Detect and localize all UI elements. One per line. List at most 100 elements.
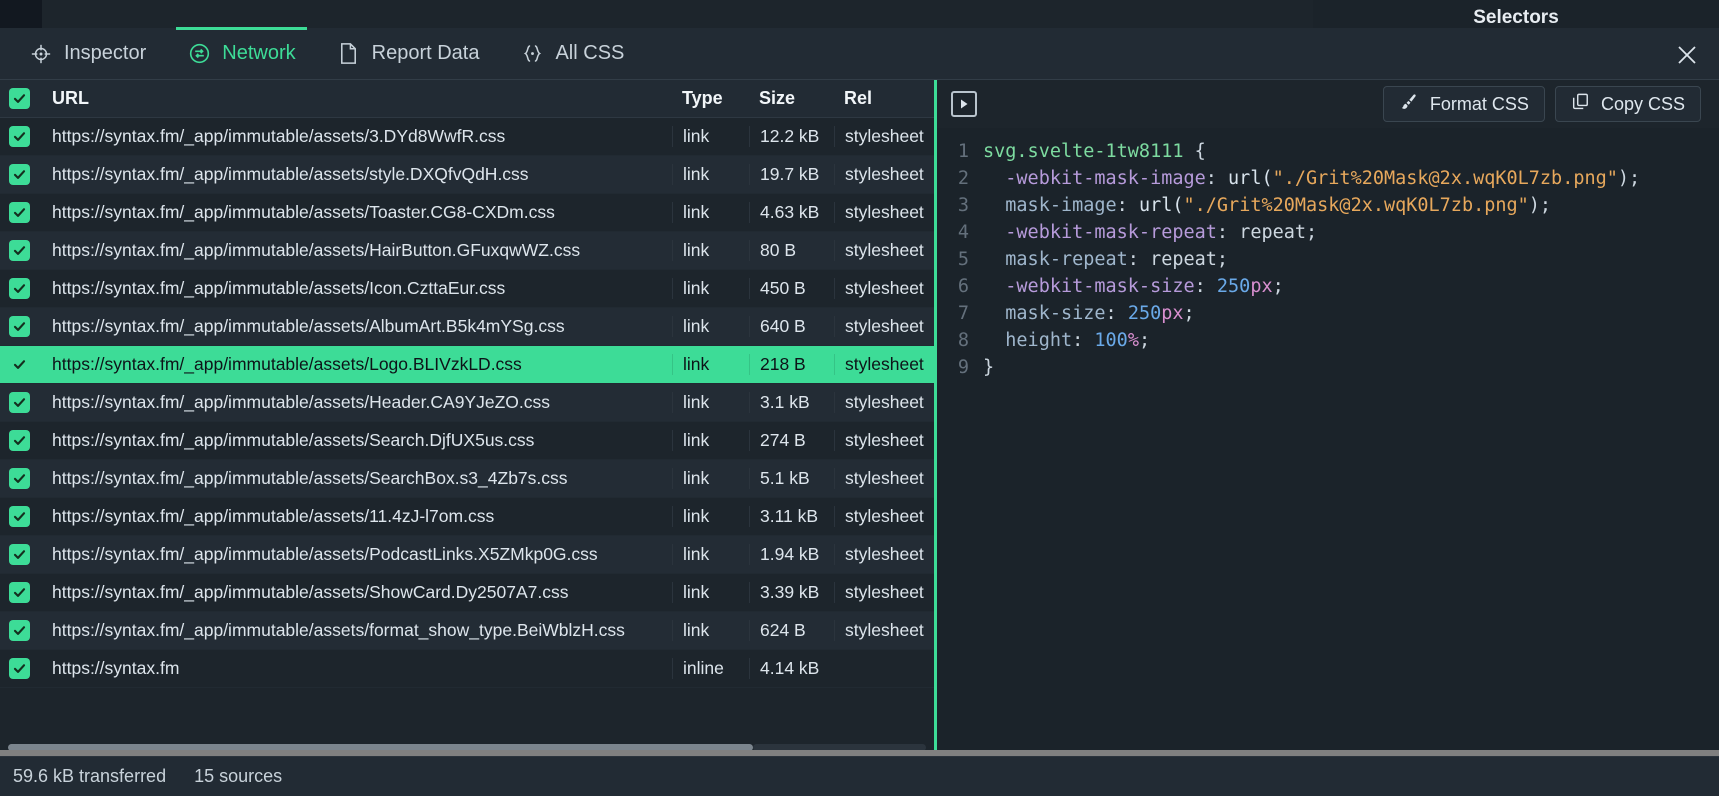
css-code-view[interactable]: 1svg.svelte-1tw8111 {2 -webkit-mask-imag… — [937, 128, 1719, 756]
tab-inspector-label: Inspector — [64, 42, 146, 65]
row-checkbox[interactable] — [0, 316, 38, 337]
code-token: : — [1206, 168, 1228, 189]
table-row[interactable]: https://syntax.fm/_app/immutable/assets/… — [0, 308, 934, 346]
status-bar: 59.6 kB transferred 15 sources — [0, 756, 1719, 796]
cell-type: link — [672, 430, 749, 451]
expand-play-icon[interactable] — [951, 91, 977, 117]
checkbox-checked-icon — [9, 88, 30, 109]
copy-css-button[interactable]: Copy CSS — [1555, 86, 1701, 122]
row-checkbox[interactable] — [0, 430, 38, 451]
code-token: ); — [1529, 195, 1551, 216]
row-checkbox[interactable] — [0, 202, 38, 223]
cell-type: link — [672, 468, 749, 489]
table-row[interactable]: https://syntax.fm/_app/immutable/assets/… — [0, 232, 934, 270]
table-row[interactable]: https://syntax.fm/_app/immutable/assets/… — [0, 422, 934, 460]
row-checkbox[interactable] — [0, 544, 38, 565]
table-row[interactable]: https://syntax.fm/_app/immutable/assets/… — [0, 536, 934, 574]
code-line-text: mask-size: 250px; — [983, 300, 1719, 327]
row-checkbox[interactable] — [0, 392, 38, 413]
cell-type: link — [672, 164, 749, 185]
row-checkbox[interactable] — [0, 468, 38, 489]
checkbox-checked-icon — [9, 506, 30, 527]
code-line-text: } — [983, 354, 1719, 381]
row-checkbox[interactable] — [0, 164, 38, 185]
code-token: url( — [1228, 168, 1273, 189]
column-header-rel[interactable]: Rel — [834, 88, 934, 109]
code-token: ; — [1139, 330, 1150, 351]
format-css-button[interactable]: Format CSS — [1383, 86, 1545, 122]
network-rows: https://syntax.fm/_app/immutable/assets/… — [0, 118, 934, 688]
cell-size: 450 B — [749, 278, 834, 299]
cell-url: https://syntax.fm/_app/immutable/assets/… — [38, 468, 672, 489]
cell-size: 3.1 kB — [749, 392, 834, 413]
cell-url: https://syntax.fm/_app/immutable/assets/… — [38, 164, 672, 185]
row-checkbox[interactable] — [0, 354, 38, 375]
code-token: px — [1250, 276, 1272, 297]
cell-url: https://syntax.fm — [38, 658, 672, 679]
row-checkbox[interactable] — [0, 126, 38, 147]
cell-size: 1.94 kB — [749, 544, 834, 565]
table-row[interactable]: https://syntax.fm/_app/immutable/assets/… — [0, 346, 934, 384]
column-header-size[interactable]: Size — [749, 88, 834, 109]
row-checkbox[interactable] — [0, 506, 38, 527]
close-icon[interactable] — [1673, 41, 1701, 69]
table-row[interactable]: https://syntax.fm/_app/immutable/assets/… — [0, 194, 934, 232]
css-source-panel: Format CSS Copy CSS 1svg.svelte-1tw8111 … — [934, 80, 1719, 756]
row-checkbox[interactable] — [0, 582, 38, 603]
table-row[interactable]: https://syntax.fm/_app/immutable/assets/… — [0, 574, 934, 612]
top-strip: Selectors — [0, 0, 1719, 28]
checkbox-checked-icon — [9, 126, 30, 147]
devtools-window: Selectors Inspector — [0, 0, 1719, 796]
tab-report-data[interactable]: Report Data — [318, 28, 499, 80]
checkbox-checked-icon — [9, 202, 30, 223]
row-checkbox[interactable] — [0, 620, 38, 641]
cell-rel: stylesheet — [834, 506, 934, 527]
row-checkbox[interactable] — [0, 658, 38, 679]
table-row[interactable]: https://syntax.fminline4.14 kB — [0, 650, 934, 688]
cell-url: https://syntax.fm/_app/immutable/assets/… — [38, 392, 672, 413]
checkbox-checked-icon — [9, 392, 30, 413]
code-line-text: mask-repeat: repeat; — [983, 246, 1719, 273]
table-row[interactable]: https://syntax.fm/_app/immutable/assets/… — [0, 270, 934, 308]
code-token: "./Grit%20Mask@2x.wqK0L7zb.png" — [1184, 195, 1529, 216]
table-row[interactable]: https://syntax.fm/_app/immutable/assets/… — [0, 156, 934, 194]
cell-size: 3.11 kB — [749, 506, 834, 527]
top-strip-left-gutter — [0, 0, 42, 28]
sources-count-label: 15 sources — [194, 766, 282, 787]
cell-type: link — [672, 544, 749, 565]
cell-size: 218 B — [749, 354, 834, 375]
checkbox-checked-icon — [9, 278, 30, 299]
table-row[interactable]: https://syntax.fm/_app/immutable/assets/… — [0, 612, 934, 650]
table-row[interactable]: https://syntax.fm/_app/immutable/assets/… — [0, 118, 934, 156]
cell-rel: stylesheet — [834, 126, 934, 147]
tab-network[interactable]: Network — [168, 28, 314, 80]
code-line: 3 mask-image: url("./Grit%20Mask@2x.wqK0… — [937, 192, 1719, 219]
table-row[interactable]: https://syntax.fm/_app/immutable/assets/… — [0, 498, 934, 536]
code-token: } — [983, 357, 994, 378]
table-row[interactable]: https://syntax.fm/_app/immutable/assets/… — [0, 460, 934, 498]
row-checkbox[interactable] — [0, 278, 38, 299]
table-row[interactable]: https://syntax.fm/_app/immutable/assets/… — [0, 384, 934, 422]
network-table-panel: URL Type Size Rel https://syntax.fm/_app… — [0, 80, 934, 756]
code-line: 5 mask-repeat: repeat; — [937, 246, 1719, 273]
cell-type: link — [672, 620, 749, 641]
code-token: 250 — [1128, 303, 1161, 324]
line-number: 4 — [937, 219, 983, 246]
checkbox-checked-icon — [9, 468, 30, 489]
code-token: ); — [1618, 168, 1640, 189]
code-line: 7 mask-size: 250px; — [937, 300, 1719, 327]
crosshair-icon — [29, 42, 53, 66]
column-header-type[interactable]: Type — [672, 88, 749, 109]
document-icon — [337, 42, 361, 66]
line-number: 5 — [937, 246, 983, 273]
code-token: mask-repeat — [983, 249, 1128, 270]
tab-inspector[interactable]: Inspector — [10, 28, 165, 80]
column-header-url[interactable]: URL — [38, 88, 672, 109]
cell-url: https://syntax.fm/_app/immutable/assets/… — [38, 430, 672, 451]
row-checkbox[interactable] — [0, 240, 38, 261]
tab-all-css[interactable]: All CSS — [501, 28, 643, 80]
code-token: -webkit-mask-image — [983, 168, 1206, 189]
cell-rel: stylesheet — [834, 468, 934, 489]
select-all-checkbox[interactable] — [0, 88, 38, 109]
checkbox-checked-icon — [9, 430, 30, 451]
